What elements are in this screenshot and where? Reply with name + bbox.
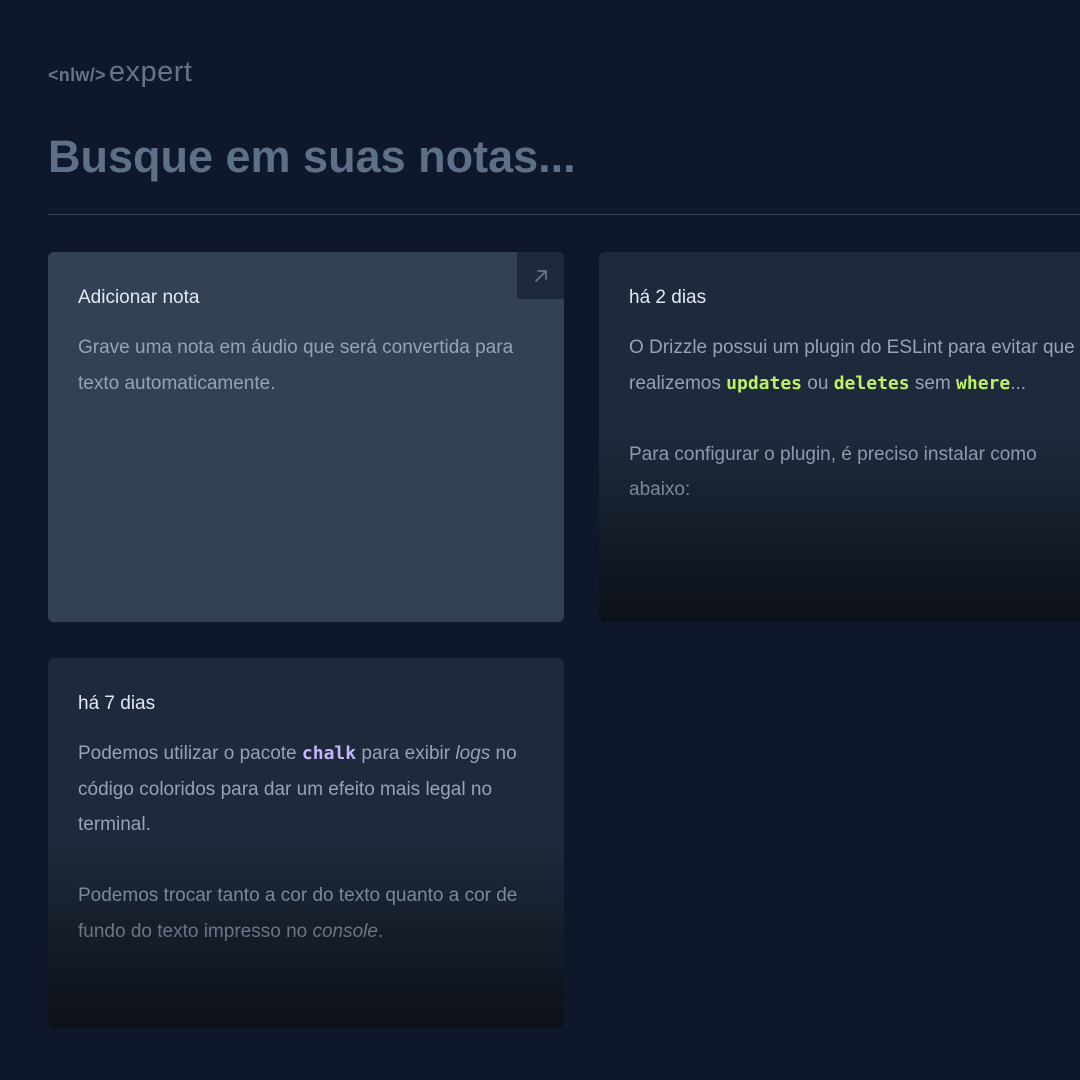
note-text: Podemos trocar tanto a cor do texto quan… [78,885,518,942]
logo: <nlw/> expert [48,56,192,89]
note-date: há 2 dias [629,287,707,308]
code-snippet: deletes [833,372,910,394]
note-text: sem [909,372,957,394]
search-input[interactable] [48,122,1080,192]
note-date: há 7 dias [78,693,156,714]
code-snippet: chalk [301,743,357,764]
divider [48,214,1080,215]
note-text: . [377,920,384,942]
app-page: <nlw/> expert Adicionar nota Grave uma n… [0,0,1080,1080]
emphasis-text: logs [455,743,491,764]
note-card[interactable]: há 7 dias Podemos utilizar o pacote chal… [48,658,564,1028]
note-card[interactable]: há 2 dias O Drizzle possui um plugin do … [599,252,1080,622]
code-snippet: where [956,372,1011,394]
add-note-title: Adicionar nota [78,287,200,308]
add-note-card[interactable]: Adicionar nota Grave uma nota em áudio q… [48,252,564,622]
note-text: ... [1010,372,1027,394]
code-snippet: updates [726,372,803,394]
note-text: ou [802,372,834,394]
note-paragraph: Para configurar o plugin, é preciso inst… [629,443,1037,501]
emphasis-text: console [312,920,378,942]
note-paragraph: O Drizzle possui um plugin do ESLint par… [629,330,1080,401]
arrow-up-right-icon [517,252,564,299]
logo-tag: <nlw/> [48,65,106,85]
note-paragraph: Podemos trocar tanto a cor do texto quan… [78,878,534,949]
note-paragraph: Podemos utilizar o pacote chalk para exi… [78,736,534,843]
note-text: para exibir [356,743,456,764]
add-note-description: Grave uma nota em áudio que será convert… [78,337,514,394]
logo-word: expert [108,56,193,88]
note-text: Podemos utilizar o pacote [78,743,302,764]
